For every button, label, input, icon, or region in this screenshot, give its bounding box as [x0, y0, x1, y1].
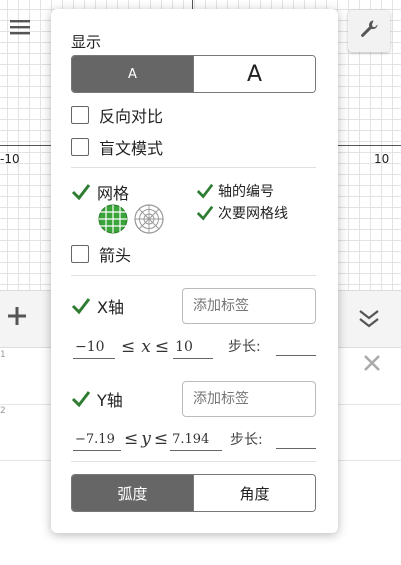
polar-grid-icon[interactable] — [134, 204, 164, 238]
y-axis-label-input[interactable] — [182, 381, 316, 417]
divider — [71, 275, 316, 276]
radians-option[interactable]: 弧度 — [72, 475, 193, 511]
x-variable: x — [141, 337, 151, 357]
checkmark-icon — [196, 182, 214, 200]
close-icon[interactable] — [362, 350, 382, 380]
y-step-input[interactable] — [276, 448, 316, 449]
reverse-contrast-checkbox[interactable]: 反向对比 — [71, 103, 163, 127]
row-index: 2 — [0, 406, 6, 416]
checkbox-label: 网格 — [97, 184, 130, 203]
axis-numbers-checkbox[interactable]: 轴的编号 — [196, 181, 274, 201]
x-axis-label-input[interactable] — [182, 288, 316, 324]
y-variable: y — [141, 429, 151, 449]
lte-symbol: ≤ — [124, 429, 139, 449]
degrees-option[interactable]: 角度 — [193, 475, 315, 511]
checkmark-icon — [71, 296, 91, 316]
panel-title: 显示 — [71, 33, 102, 51]
x-min-input[interactable]: −10 — [73, 339, 115, 359]
hamburger-icon[interactable] — [8, 18, 32, 42]
row-index: 1 — [0, 350, 6, 360]
x-tick-label-left: -10 — [0, 152, 20, 166]
display-settings-panel: 显示 A A 反向对比 盲文模式 网格 轴的编号 次要网格线 箭头 X轴 添加标… — [51, 9, 338, 533]
x-max-input[interactable]: 10 — [173, 339, 214, 359]
y-axis-checkbox[interactable]: Y轴 — [71, 387, 123, 411]
divider — [71, 461, 316, 462]
x-tick-label-right: 10 — [374, 152, 390, 166]
checkmark-icon — [196, 204, 214, 222]
y-step-label: 步长: — [230, 432, 263, 448]
y-min-input[interactable]: −7.19 — [73, 432, 121, 451]
checkbox-box — [71, 106, 89, 124]
checkmark-icon — [71, 182, 91, 202]
wrench-icon — [359, 19, 379, 43]
font-size-toggle: A A — [71, 55, 316, 93]
x-step-label: 步长: — [228, 339, 261, 355]
checkbox-label: 反向对比 — [99, 107, 164, 126]
checkmark-icon — [71, 389, 91, 409]
lte-symbol: ≤ — [153, 429, 169, 449]
checkbox-label: 轴的编号 — [218, 184, 274, 200]
divider — [71, 167, 316, 168]
grid-checkbox[interactable]: 网格 — [71, 180, 129, 204]
settings-button[interactable] — [348, 10, 390, 52]
checkbox-label: 盲文模式 — [99, 139, 164, 158]
y-axis-range: −7.19 ≤ y ≤ 7.194 — [73, 423, 223, 451]
y-max-input[interactable]: 7.194 — [170, 432, 223, 451]
lte-symbol: ≤ — [154, 337, 170, 357]
arrows-checkbox[interactable]: 箭头 — [71, 242, 131, 266]
x-axis-range: −10 ≤ x ≤ 10 — [73, 331, 214, 359]
checkbox-box — [71, 245, 89, 263]
plus-icon[interactable] — [6, 303, 28, 333]
double-chevron-down-icon[interactable] — [356, 305, 382, 331]
x-axis-checkbox[interactable]: X轴 — [71, 294, 124, 318]
screen-reader-checkbox[interactable]: 盲文模式 — [71, 135, 163, 159]
lte-symbol: ≤ — [121, 337, 136, 357]
x-step-input[interactable] — [276, 355, 316, 356]
minor-gridlines-checkbox[interactable]: 次要网格线 — [196, 203, 288, 223]
cartesian-grid-icon[interactable] — [98, 204, 128, 238]
checkbox-box — [71, 138, 89, 156]
checkbox-label: 次要网格线 — [218, 206, 288, 222]
checkbox-label: 箭头 — [99, 246, 132, 265]
angle-unit-toggle: 弧度 角度 — [71, 474, 316, 512]
font-size-small-option[interactable]: A — [72, 56, 193, 92]
font-size-large-option[interactable]: A — [193, 56, 315, 92]
checkbox-label: Y轴 — [97, 391, 123, 410]
checkbox-label: X轴 — [97, 298, 124, 317]
